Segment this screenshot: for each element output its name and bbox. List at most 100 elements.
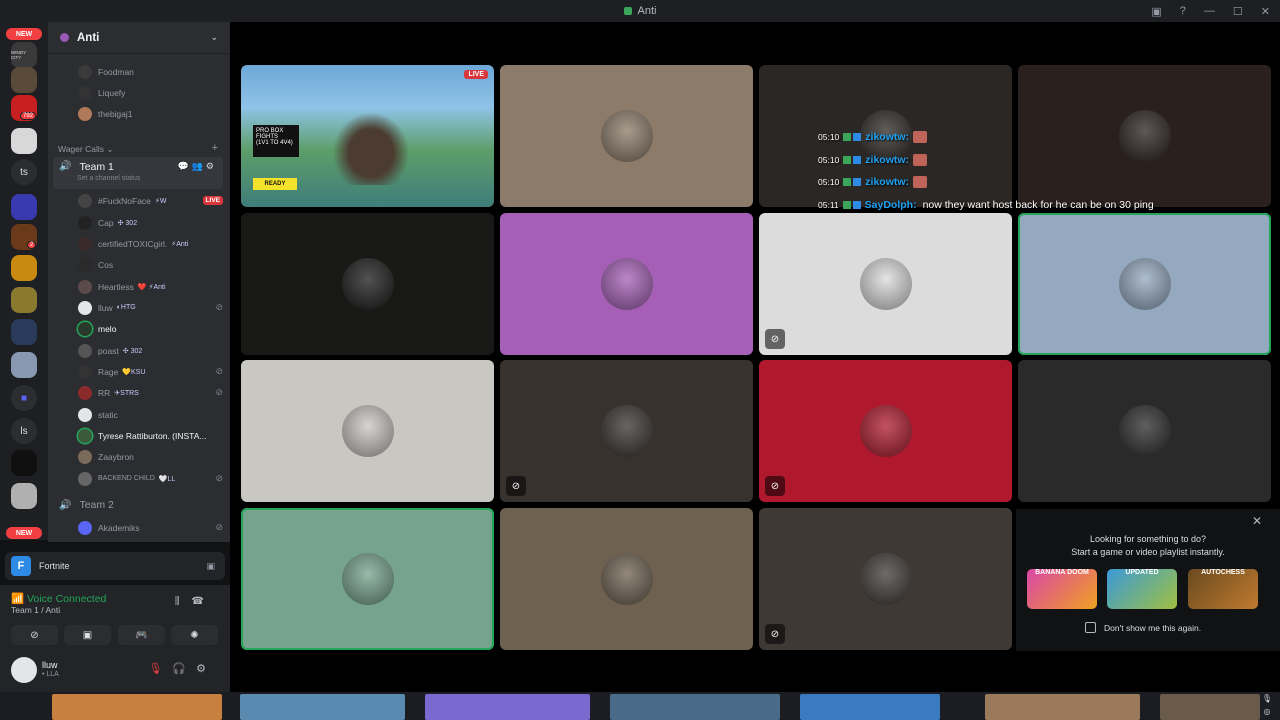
participant-tile[interactable]: ⊘ (759, 508, 1012, 650)
participant-tile[interactable]: ⊘ (500, 360, 753, 502)
avatar[interactable] (11, 657, 37, 683)
thumbnail[interactable] (52, 694, 222, 720)
avatar (78, 106, 92, 121)
activity-card[interactable]: F Fortnite ▣ (5, 552, 225, 580)
stream-tile[interactable]: LIVE PRO BOX FIGHTS (1V1 TO 4V4) READY (241, 65, 494, 207)
server-windy-city[interactable]: WINDY CITY (11, 42, 37, 68)
noise-suppression-icon[interactable]: ⫼ (175, 596, 192, 607)
voice-channel-path[interactable]: Team 1 / Anti (11, 605, 60, 615)
server-white[interactable] (11, 128, 37, 154)
game-thumbnail[interactable]: UPDATED (1107, 569, 1177, 609)
voice-status[interactable]: 📶 Voice Connected (11, 592, 106, 605)
participant-tile[interactable] (500, 213, 753, 355)
category-wager-calls[interactable]: Wager Calls ⌄ (58, 144, 113, 155)
voice-user[interactable]: thebigaj1 (78, 104, 223, 123)
activity-suggestion-popup: ✕ Looking for something to do? Start a g… (1016, 509, 1280, 651)
avatar (341, 405, 394, 457)
inbox-icon[interactable]: ▣ (1151, 5, 1161, 18)
participant-tile[interactable] (1018, 360, 1271, 502)
server-aftermath[interactable] (11, 67, 37, 93)
game-thumbnail[interactable]: AUTOCHESS (1188, 569, 1258, 609)
server-dark[interactable] (11, 450, 37, 476)
muted-icon: ⊘ (215, 366, 223, 376)
screen-share-button[interactable]: ▣ (64, 625, 111, 645)
server-da-kidz[interactable] (11, 194, 37, 220)
voice-user[interactable]: certifiedTOXICgirl. ⚡Anti (78, 234, 223, 253)
voice-user[interactable]: Heartless ❤️ ⚡Anti (78, 277, 223, 296)
avatar (78, 428, 92, 443)
disconnect-icon[interactable]: ☎ (192, 596, 216, 607)
close-window-button[interactable]: ✕ (1261, 5, 1270, 18)
avatar (78, 364, 92, 379)
voice-user[interactable]: melo (78, 319, 223, 338)
voice-user[interactable]: Cap ✣ 302 (78, 213, 223, 232)
voice-user[interactable]: Cos (78, 255, 223, 274)
participant-tile[interactable]: ⊘ (759, 360, 1012, 502)
soundboard-button[interactable]: ✺ (171, 625, 218, 645)
mic-muted-icon[interactable]: 🎙 (148, 663, 172, 675)
voice-user[interactable]: static (78, 405, 223, 424)
voice-user[interactable]: Tyrese Rattiburton. (INSTA... (78, 426, 223, 445)
thumbnail[interactable] (425, 694, 590, 720)
voice-user[interactable]: Zaaybron (78, 447, 223, 466)
thumbnail[interactable] (985, 694, 1140, 720)
server-person[interactable] (11, 352, 37, 378)
avatar (78, 300, 92, 315)
voice-user[interactable]: Rage 💛KSU ⊘ (78, 362, 223, 381)
server-blue[interactable] (11, 319, 37, 345)
server-folder-icon[interactable]: ■ (11, 385, 37, 411)
channel-actions[interactable]: 💬👥⚙ (178, 161, 217, 172)
avatar (859, 258, 912, 310)
avatar (78, 471, 92, 486)
thumbnail[interactable] (1160, 694, 1260, 720)
muted-icon: ⊘ (506, 476, 526, 496)
close-icon[interactable]: ✕ (1252, 514, 1262, 528)
participant-tile[interactable] (500, 508, 753, 650)
game-characters (326, 105, 416, 185)
voice-user[interactable]: BACKEND CHILD 🤍LL ⊘ (78, 469, 223, 488)
settings-icon[interactable]: ◎ (1264, 707, 1271, 716)
voice-user[interactable]: lluw ◐HTG ⊘ (78, 298, 223, 317)
chat-line: 05:11 SayDolph: now they want host back fo… (818, 198, 1154, 211)
minimize-button[interactable]: — (1204, 5, 1215, 17)
thumbnail[interactable] (610, 694, 780, 720)
user-name[interactable]: lluw (42, 660, 58, 670)
server-grey[interactable] (11, 483, 37, 509)
game-thumbnail[interactable]: BANANA DOOM (1027, 569, 1097, 609)
thumbnail[interactable] (240, 694, 405, 720)
mic-icon[interactable]: 🎙 (1262, 694, 1272, 703)
voice-user[interactable]: poast ✣ 302 (78, 341, 223, 360)
dont-show-checkbox[interactable] (1085, 622, 1096, 633)
participant-tile[interactable] (241, 360, 494, 502)
add-channel-icon[interactable]: + (212, 142, 218, 154)
settings-gear-icon[interactable]: ⚙ (196, 663, 216, 675)
voice-user[interactable]: #FuckNoFace ⚡W LIVE (78, 191, 223, 210)
server-r[interactable] (11, 255, 37, 281)
participant-tile[interactable] (1018, 213, 1271, 355)
voice-user[interactable]: Foodman (78, 62, 223, 81)
help-icon[interactable]: ? (1180, 5, 1186, 17)
voice-channel-team-1[interactable]: 🔊 Team 1 Set a channel status 💬👥⚙ (53, 157, 223, 189)
thumbnail[interactable] (800, 694, 940, 720)
chat-line: 05:10 zikowtw: (818, 171, 1154, 194)
voice-channel-team-2[interactable]: 🔊 Team 2 (53, 495, 223, 515)
maximize-button[interactable]: ☐ (1233, 5, 1243, 18)
participant-tile[interactable]: ⊘ (759, 213, 1012, 355)
camera-off-button[interactable]: ⊘ (11, 625, 58, 645)
voice-user[interactable]: Liquefy (78, 83, 223, 102)
headphones-icon[interactable]: 🎧 (172, 663, 196, 675)
server-shield[interactable] (11, 287, 37, 313)
voice-user[interactable]: RR ✈STRS ⊘ (78, 383, 223, 402)
participant-tile[interactable] (241, 508, 494, 650)
avatar (78, 64, 92, 79)
server-header[interactable]: Anti ⌄ (48, 22, 230, 54)
channel-status[interactable]: Set a channel status (77, 175, 140, 182)
server-ls[interactable]: ls (11, 418, 37, 444)
avatar (78, 407, 92, 422)
voice-user[interactable]: Akademiks ⊘ (78, 518, 223, 537)
activities-button[interactable]: 🎮 (118, 625, 165, 645)
participant-tile[interactable] (241, 213, 494, 355)
participant-tile[interactable] (500, 65, 753, 207)
server-ts[interactable]: ts (11, 159, 37, 185)
activity-join-icon[interactable]: ▣ (206, 561, 215, 572)
